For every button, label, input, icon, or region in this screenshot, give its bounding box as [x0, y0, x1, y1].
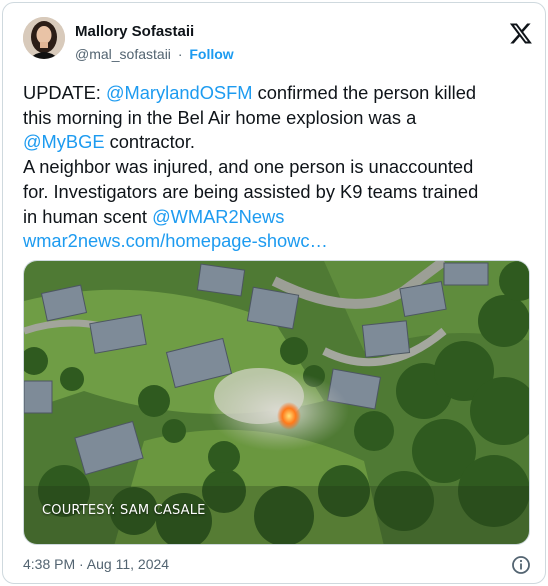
tweet-line: wmar2news.com/homepage-showc…: [23, 229, 523, 254]
tweet-line: UPDATE: @MarylandOSFM confirmed the pers…: [23, 81, 523, 106]
x-logo-icon[interactable]: [509, 21, 533, 45]
tweet-line: in human scent @WMAR2News: [23, 205, 523, 230]
text-segment: contractor.: [104, 131, 195, 153]
handle-row: @mal_sofastaii · Follow: [75, 46, 234, 62]
display-name[interactable]: Mallory Sofastaii: [75, 23, 194, 40]
timestamp[interactable]: 4:38 PM · Aug 11, 2024: [23, 556, 169, 572]
separator-dot: ·: [177, 46, 183, 62]
tweet-card[interactable]: Mallory Sofastaii @mal_sofastaii · Follo…: [2, 2, 546, 584]
follow-button[interactable]: Follow: [189, 46, 233, 62]
avatar[interactable]: [23, 17, 65, 59]
tweet-line: this morning in the Bel Air home explosi…: [23, 106, 417, 128]
mention-link[interactable]: @MyBGE: [23, 131, 105, 152]
user-handle[interactable]: @mal_sofastaii: [75, 46, 171, 62]
text-segment: confirmed the person killed: [252, 82, 477, 103]
text-segment: UPDATE:: [23, 82, 106, 103]
info-icon[interactable]: [511, 555, 531, 575]
tweet-line: @MyBGE contractor.: [23, 130, 523, 155]
tweet-footer: 4:38 PM · Aug 11, 2024: [23, 555, 531, 577]
url-link[interactable]: wmar2news.com/homepage-showc…: [23, 230, 328, 251]
tweet-text: UPDATE: @MarylandOSFM confirmed the pers…: [23, 81, 523, 254]
mention-link[interactable]: @WMAR2News: [152, 206, 284, 227]
mention-link[interactable]: @MarylandOSFM: [106, 82, 253, 103]
tweet-media[interactable]: COURTESY: SAM CASALE: [23, 260, 530, 545]
text-segment: in human scent: [23, 205, 153, 227]
tweet-line: for. Investigators are being assisted by…: [23, 180, 479, 202]
media-caption: COURTESY: SAM CASALE: [42, 503, 206, 518]
tweet-line: A neighbor was injured, and one person i…: [23, 156, 474, 178]
tweet-header: Mallory Sofastaii @mal_sofastaii · Follo…: [23, 17, 533, 71]
